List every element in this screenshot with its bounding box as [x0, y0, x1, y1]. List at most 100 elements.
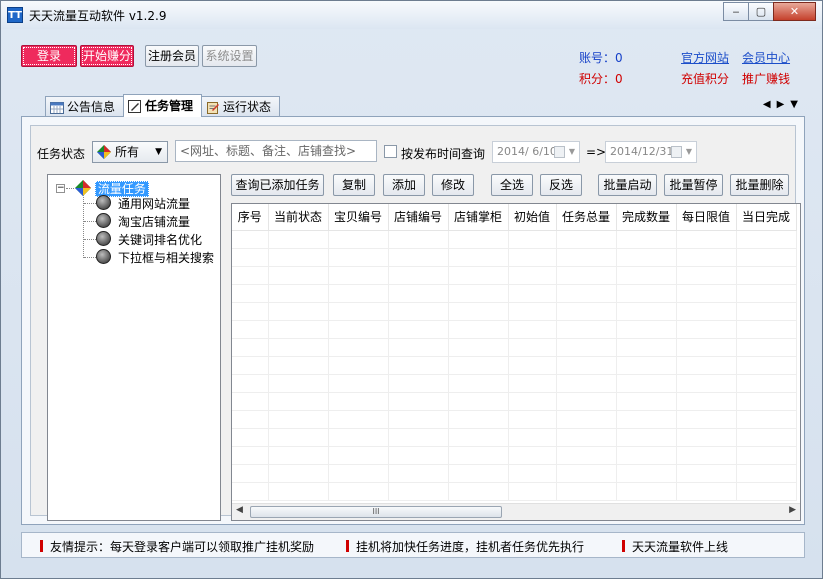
column-header[interactable]: 任务总量 — [556, 204, 617, 231]
calendar-icon — [50, 101, 64, 114]
table-cell — [508, 428, 557, 447]
column-header[interactable]: 当前状态 — [268, 204, 329, 231]
batch-delete-button[interactable]: 批量删除 — [730, 174, 789, 196]
promote-link[interactable]: 推广赚钱 — [742, 70, 790, 87]
table-cell — [616, 320, 677, 339]
tab-label: 运行状态 — [223, 99, 272, 114]
table-cell — [388, 230, 449, 249]
table-cell — [448, 266, 509, 285]
table-cell — [268, 446, 329, 465]
scroll-right-icon[interactable]: ▶ — [789, 505, 796, 515]
table-cell — [736, 356, 797, 375]
tab-task-management[interactable]: 任务管理 — [123, 94, 203, 117]
table-cell — [676, 284, 737, 303]
column-header[interactable]: 当日完成 — [736, 204, 797, 231]
table-cell — [232, 482, 269, 501]
tree-item-dropdown-search[interactable]: 下拉框与相关搜索 — [96, 249, 214, 266]
table-cell — [736, 302, 797, 321]
login-button[interactable]: 登录 — [21, 45, 77, 67]
table-cell — [736, 428, 797, 447]
circle-icon — [96, 195, 111, 210]
table-cell — [676, 374, 737, 393]
table-cell — [328, 230, 389, 249]
column-header[interactable]: 每日限值 — [676, 204, 737, 231]
minimize-button[interactable]: ‒ — [723, 2, 749, 21]
date-from-picker[interactable]: 2014/ 6/10 ▼ — [492, 141, 580, 163]
official-site-link[interactable]: 官方网站 — [681, 49, 729, 66]
status-filter-select[interactable]: 所有 ▼ — [92, 141, 168, 163]
maximize-button[interactable]: ▢ — [748, 2, 774, 21]
table-cell — [508, 482, 557, 501]
column-header[interactable]: 店铺编号 — [388, 204, 449, 231]
title-bar[interactable]: TT 天天流量互动软件 v1.2.9 ‒ ▢ ✕ — [1, 1, 822, 29]
table-cell — [676, 464, 737, 483]
tree-item-label: 关键词排名优化 — [118, 233, 203, 247]
batch-pause-button[interactable]: 批量暂停 — [664, 174, 723, 196]
tree-item-general-website[interactable]: 通用网站流量 — [96, 195, 190, 212]
table-row — [232, 446, 797, 465]
points-info: 积分：0 — [579, 70, 623, 87]
tab-bar: 公告信息 任务管理 运行状态 — [45, 94, 281, 117]
close-button[interactable]: ✕ — [773, 2, 816, 21]
table-cell — [268, 428, 329, 447]
column-header[interactable]: 序号 — [232, 204, 269, 231]
table-cell — [448, 464, 509, 483]
table-cell — [448, 320, 509, 339]
horizontal-scrollbar[interactable]: ◀ III ▶ — [232, 503, 800, 520]
points-label: 积分： — [579, 72, 616, 86]
table-cell — [556, 356, 617, 375]
table-row — [232, 482, 797, 501]
settings-button[interactable]: 系统设置 — [202, 45, 257, 67]
table-cell — [736, 338, 797, 357]
register-button[interactable]: 注册会员 — [145, 45, 199, 67]
batch-start-button[interactable]: 批量启动 — [598, 174, 657, 196]
tab-next-button[interactable]: ▶ — [777, 99, 791, 110]
table-cell — [736, 392, 797, 411]
scroll-left-icon[interactable]: ◀ — [236, 505, 243, 515]
column-header[interactable]: 完成数量 — [616, 204, 677, 231]
publish-time-checkbox[interactable] — [384, 145, 397, 158]
edit-button[interactable]: 修改 — [432, 174, 474, 196]
table-cell — [736, 464, 797, 483]
table-cell — [676, 248, 737, 267]
tree-item-keyword-ranking[interactable]: 关键词排名优化 — [96, 231, 202, 248]
table-cell — [232, 392, 269, 411]
status-tip-1: 友情提示：每天登录客户端可以领取推广挂机奖励 — [40, 538, 314, 555]
select-all-button[interactable]: 全选 — [491, 174, 533, 196]
column-header[interactable]: 初始值 — [508, 204, 557, 231]
date-to-picker[interactable]: 2014/12/31 ▼ — [605, 141, 697, 163]
table-row — [232, 338, 797, 357]
tree-item-taobao-shop[interactable]: 淘宝店铺流量 — [96, 213, 190, 230]
tab-run-status[interactable]: 运行状态 — [201, 96, 281, 117]
start-earning-button[interactable]: 开始赚分 — [80, 45, 134, 67]
table-cell — [388, 320, 449, 339]
recharge-link[interactable]: 充值积分 — [681, 70, 729, 87]
table-cell — [328, 482, 389, 501]
tab-menu-button[interactable]: ▼ — [790, 99, 804, 110]
table-cell — [232, 374, 269, 393]
collapse-icon[interactable]: − — [56, 184, 65, 193]
add-button[interactable]: 添加 — [383, 174, 425, 196]
invert-selection-button[interactable]: 反选 — [540, 174, 582, 196]
table-cell — [232, 464, 269, 483]
status-bar: 友情提示：每天登录客户端可以领取推广挂机奖励 挂机将加快任务进度，挂机者任务优先… — [21, 532, 805, 558]
column-header[interactable]: 宝贝编号 — [328, 204, 389, 231]
table-cell — [268, 284, 329, 303]
table-cell — [556, 338, 617, 357]
status-text: 挂机将加快任务进度，挂机者任务优先执行 — [356, 540, 585, 554]
table-cell — [556, 464, 617, 483]
search-input[interactable]: <网址、标题、备注、店铺查找> — [175, 140, 377, 162]
member-center-link[interactable]: 会员中心 — [742, 49, 790, 66]
status-text: 天天流量软件上线 — [632, 540, 729, 554]
scrollbar-thumb[interactable]: III — [250, 506, 502, 518]
table-cell — [556, 284, 617, 303]
query-added-button[interactable]: 查询已添加任务 — [231, 174, 324, 196]
table-cell — [268, 248, 329, 267]
table-cell — [556, 320, 617, 339]
table-cell — [556, 428, 617, 447]
tab-prev-button[interactable]: ◀ — [763, 99, 777, 110]
tab-announcements[interactable]: 公告信息 — [45, 96, 125, 117]
table-cell — [268, 410, 329, 429]
column-header[interactable]: 店铺掌柜 — [448, 204, 509, 231]
copy-button[interactable]: 复制 — [333, 174, 375, 196]
